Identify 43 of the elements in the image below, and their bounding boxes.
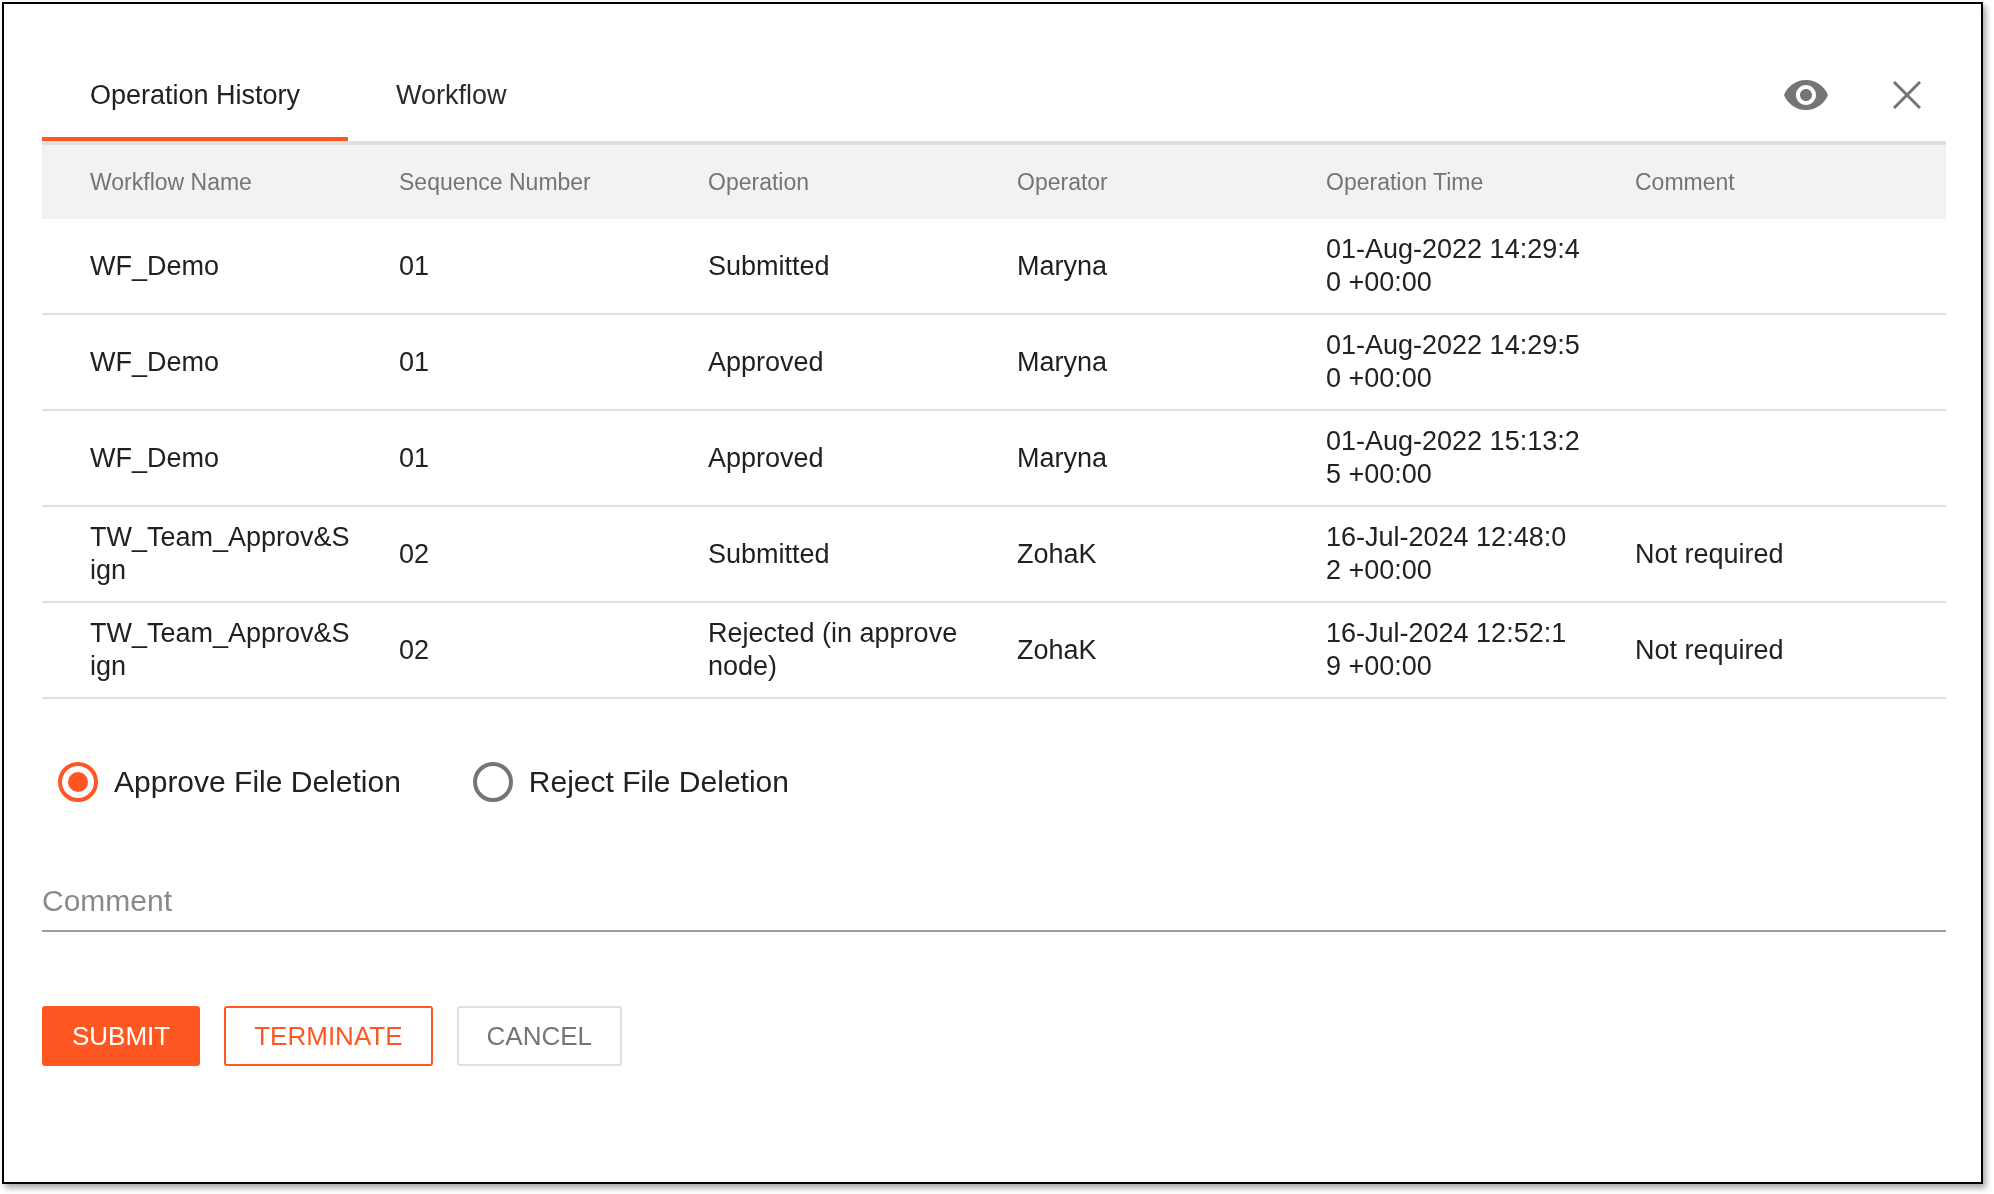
column-header: Sequence Number [399,169,591,195]
comment-field[interactable]: Comment [42,872,1946,932]
table-cell: 01 [399,345,430,379]
radio-icon[interactable] [472,762,513,802]
table-cell: Not required [1635,537,1784,571]
column-header: Operation [708,169,809,195]
table-cell-text: 16-Jul-2024 12:52:19 +00:00 [1326,617,1568,683]
radio-icon[interactable] [58,762,98,802]
table-cell-text: 16-Jul-2024 12:48:02 +00:00 [1326,521,1568,587]
table-cell: 02 [399,537,430,571]
table-cell: ZohaK [1017,633,1097,667]
table-cell: 01-Aug-2022 15:13:25 +00:00 [1326,425,1581,491]
radio-option[interactable]: Approve File Deletion [58,762,401,802]
table-cell-text: TW_Team_Approv&Sign [90,617,351,683]
table-cell-text: Rejected (in approve node) [708,617,959,683]
table-cell: 01 [399,441,430,475]
table-cell: ZohaK [1017,537,1097,571]
table-cell: Maryna [1017,441,1108,475]
table-cell: Approved [708,441,824,475]
table-cell: Submitted [708,537,830,571]
table-cell: 02 [399,633,430,667]
column-header: Operation Time [1326,169,1484,195]
table-cell: WF_Demo [90,441,219,475]
action-button[interactable]: CANCEL [456,1006,622,1066]
table-cell: WF_Demo [90,345,219,379]
table-cell: 01-Aug-2022 14:29:40 +00:00 [1326,233,1581,299]
table-cell: Approved [708,345,824,379]
table-cell: Submitted [708,249,830,283]
table-cell: Maryna [1017,345,1108,379]
table-cell: Maryna [1017,249,1108,283]
eye-icon[interactable] [1784,80,1828,110]
table-cell: 01-Aug-2022 14:29:50 +00:00 [1326,329,1581,395]
column-header: Operator [1017,169,1108,195]
table-cell: Not required [1635,633,1784,667]
radio-option[interactable]: Reject File Deletion [472,762,789,802]
close-icon[interactable] [1893,81,1921,109]
table-cell: WF_Demo [90,249,219,283]
column-header: Comment [1635,169,1735,195]
table-cell: 01 [399,249,430,283]
tab[interactable]: Workflow [348,67,555,141]
tab[interactable]: Operation History [42,67,349,141]
table-cell-text: TW_Team_Approv&Sign [90,521,351,587]
column-header: Workflow Name [90,169,252,195]
